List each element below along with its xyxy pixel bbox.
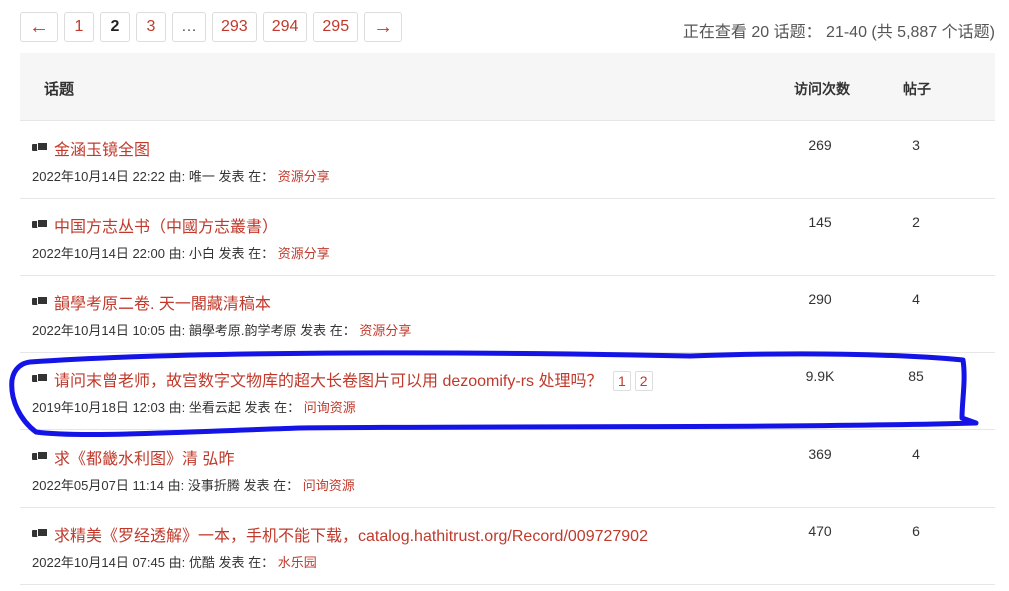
topic-meta: 2022年10月14日 22:00 由: 小白 发表 在： 资源分享	[32, 243, 330, 262]
topic-views: 269	[808, 137, 832, 153]
topic-meta: 2019年10月18日 12:03 由: 坐看云起 发表 在： 问询资源	[32, 397, 356, 416]
topic-icon	[32, 528, 48, 539]
topic-table-header: 话题 访问次数 帖子	[20, 53, 995, 121]
page-ellipsis: …	[172, 12, 206, 42]
topic-by: 由:	[168, 169, 186, 184]
topic-date: 2022年10月14日 10:05	[32, 323, 165, 338]
topic-by: 由:	[167, 478, 185, 493]
topic-icon	[32, 142, 48, 153]
topic-date: 2019年10月18日 12:03	[32, 400, 165, 415]
topic-author: 坐看云起	[188, 400, 241, 415]
topic-views: 470	[808, 523, 832, 539]
topic-forum-link[interactable]: 资源分享	[278, 169, 330, 184]
topic-row: 求《都畿水利图》清 弘昨 2022年05月07日 11:14 由: 没事折腾 发…	[20, 430, 995, 508]
topic-date: 2022年10月14日 22:00	[32, 246, 165, 261]
topic-row: 韻學考原二卷. 天一閣藏清稿本 2022年10月14日 10:05 由: 韻學考…	[20, 275, 995, 353]
topic-title-link[interactable]: 韻學考原二卷. 天一閣藏清稿本	[54, 290, 271, 314]
topic-views: 9.9K	[805, 368, 835, 384]
topic-forum-link[interactable]: 问询资源	[303, 478, 355, 493]
topic-author: 韻學考原.韵学考原	[188, 323, 297, 338]
topic-posts: 4	[912, 446, 920, 462]
topic-row: 金涵玉镜全图 2022年10月14日 22:22 由: 唯一 发表 在： 资源分…	[20, 121, 995, 199]
topic-title-text[interactable]: 请问末曾老师，故宫数字文物库的超大长卷图片可以用 dezoomify-rs 处理…	[54, 373, 602, 390]
topic-meta: 2022年10月14日 10:05 由: 韻學考原.韵学考原 发表 在： 资源分…	[32, 320, 411, 339]
page-link-1[interactable]: 1	[64, 12, 94, 42]
topic-title-link[interactable]: 请问末曾老师，故宫数字文物库的超大长卷图片可以用 dezoomify-rs 处理…	[54, 367, 653, 391]
topic-posted-in: 发表 在：	[218, 246, 275, 261]
header-topic: 话题	[44, 81, 75, 98]
topic-icon	[32, 219, 48, 230]
topic-posted-in: 发表 在：	[218, 169, 275, 184]
page-link-3[interactable]: 3	[136, 12, 166, 42]
topic-forum-link[interactable]: 资源分享	[278, 246, 330, 261]
topic-by: 由:	[168, 246, 186, 261]
topic-posts: 6	[912, 523, 920, 539]
topic-meta: 2022年10月14日 07:45 由: 优酷 发表 在： 水乐园	[32, 552, 317, 571]
topic-posted-in: 发表 在：	[300, 323, 356, 338]
pagination: ← 1 2 3 … 293 294 295 →	[20, 12, 403, 42]
topic-author: 没事折腾	[187, 478, 240, 493]
topic-forum-link[interactable]: 资源分享	[359, 323, 411, 338]
topic-posted-in: 发表 在：	[218, 555, 275, 570]
topic-meta: 2022年10月14日 22:22 由: 唯一 发表 在： 资源分享	[32, 166, 330, 185]
topic-date: 2022年10月14日 07:45	[32, 555, 165, 570]
topic-by: 由:	[168, 555, 186, 570]
topic-date: 2022年05月07日 11:14	[32, 478, 165, 493]
topic-posts: 85	[908, 368, 924, 384]
viewing-count: 正在查看 20 话题： 21-40 (共 5,887 个话题)	[682, 24, 995, 41]
topic-views: 145	[808, 214, 832, 230]
topic-views: 290	[808, 291, 832, 307]
topic-forum-link[interactable]: 水乐园	[278, 555, 317, 570]
topic-row: 求精美《罗经透解》一本，手机不能下载，catalog.hathitrust.or…	[20, 507, 995, 585]
topic-row: 中国方志丛书（中國方志叢書） 2022年10月14日 22:00 由: 小白 发…	[20, 198, 995, 276]
topic-author: 小白	[188, 246, 215, 261]
page-link-293[interactable]: 293	[212, 12, 257, 42]
topic-by: 由:	[168, 323, 186, 338]
next-page-button[interactable]: →	[364, 12, 403, 42]
prev-page-button[interactable]: ←	[20, 12, 58, 42]
topic-subpage-2[interactable]: 2	[634, 371, 653, 391]
page-current-2: 2	[100, 12, 130, 42]
topic-posts: 2	[912, 214, 920, 230]
header-posts: 帖子	[903, 81, 931, 97]
topic-title-link[interactable]: 求精美《罗经透解》一本，手机不能下载，catalog.hathitrust.or…	[54, 522, 648, 546]
topic-views: 369	[808, 446, 832, 462]
page-link-295[interactable]: 295	[313, 12, 359, 42]
header-views: 访问次数	[794, 81, 850, 97]
topic-date: 2022年10月14日 22:22	[32, 169, 165, 184]
topic-posted-in: 发表 在：	[244, 400, 301, 415]
topic-title-link[interactable]: 中国方志丛书（中國方志叢書）	[54, 213, 278, 237]
topic-icon	[32, 373, 48, 384]
page-link-294[interactable]: 294	[262, 12, 308, 42]
topic-author: 优酷	[188, 555, 215, 570]
topic-icon	[32, 296, 48, 307]
topic-row: 请问末曾老师，故宫数字文物库的超大长卷图片可以用 dezoomify-rs 处理…	[20, 352, 995, 430]
topic-subpage-1[interactable]: 1	[612, 371, 631, 391]
topic-posted-in: 发表 在：	[243, 478, 300, 493]
topic-title-link[interactable]: 金涵玉镜全图	[54, 136, 150, 160]
topic-posts: 4	[912, 291, 920, 307]
topic-forum-link[interactable]: 问询资源	[304, 400, 356, 415]
topic-by: 由:	[168, 400, 186, 415]
topic-author: 唯一	[188, 169, 215, 184]
topic-posts: 3	[912, 137, 920, 153]
topic-icon	[32, 451, 48, 462]
topic-title-link[interactable]: 求《都畿水利图》清 弘昨	[54, 445, 234, 469]
topic-meta: 2022年05月07日 11:14 由: 没事折腾 发表 在： 问询资源	[32, 475, 355, 494]
